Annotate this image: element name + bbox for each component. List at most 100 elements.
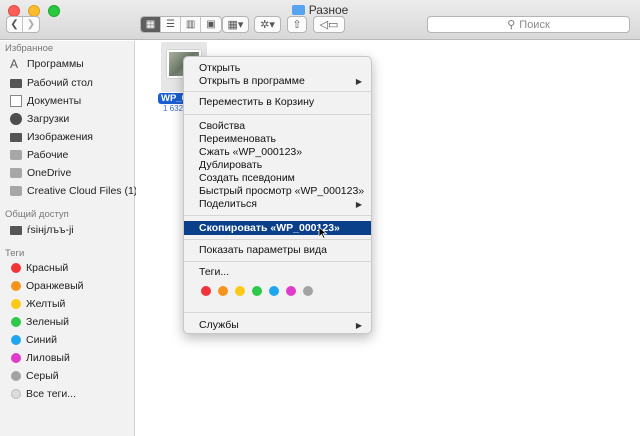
folder-icon [10,168,22,178]
action-button[interactable]: ✲▾ [254,16,281,33]
tags-header: Теги [5,248,25,259]
sidebar-item-pictures[interactable]: Изображения [10,129,93,145]
tag-dot-icon [11,317,21,327]
menu-tag-yellow[interactable] [235,286,245,296]
forward-button[interactable]: ❯ [23,17,39,32]
menu-item-rename[interactable]: Переименовать [184,133,371,146]
back-button[interactable]: ❮ [7,17,23,32]
tag-dot-icon [11,281,21,291]
menu-tag-red[interactable] [201,286,211,296]
sidebar-item-label: Серый [26,370,59,382]
list-view-button[interactable]: ☰ [161,17,182,32]
menu-item-move-to-trash[interactable]: Переместить в Корзину [184,96,371,109]
sidebar-tag-red[interactable]: Красный [10,260,68,276]
camera-icon [10,132,22,142]
folder-icon [291,5,305,15]
sidebar-item-apps[interactable]: A Программы [10,56,84,72]
share-button[interactable]: ⇧ [287,16,307,33]
menu-item-compress[interactable]: Сжать «WP_000123» [184,146,371,159]
file-name-label[interactable]: WP_000 [158,93,186,104]
sidebar-all-tags[interactable]: Все теги... [10,386,76,402]
chevron-left-icon: ❮ [10,19,19,30]
sidebar-item-label: Рабочий стол [27,77,93,89]
menu-item-open-with[interactable]: Открыть в программе ▶ [184,75,371,88]
window-title: Разное [0,3,640,17]
menu-item-copy[interactable]: Скопировать «WP_000123» [184,221,371,235]
gallery-icon: ▣ [206,19,216,30]
all-tags-icon [11,389,21,399]
menu-item-label: Быстрый просмотр «WP_000123» [199,185,365,197]
menu-separator [184,215,371,216]
sidebar-item-label: Синий [26,334,57,346]
sidebar-item-downloads[interactable]: Загрузки [10,111,69,127]
menu-tag-green[interactable] [252,286,262,296]
submenu-arrow-icon: ▶ [355,321,362,330]
menu-tag-gray[interactable] [303,286,313,296]
menu-separator [184,91,371,92]
arrange-icon: ▦▾ [227,19,244,31]
search-icon: ⚲ [507,19,516,31]
sidebar-tag-gray[interactable]: Серый [10,368,59,384]
grid-icon: ▦ [145,19,156,30]
share-icon: ⇧ [292,19,302,31]
sidebar-item-label: OneDrive [27,167,72,179]
menu-item-show-view-options[interactable]: Показать параметры вида [184,244,371,257]
column-view-button[interactable]: ▥ [181,17,202,32]
sidebar-item-label: Загрузки [27,113,70,125]
sidebar-item-label: Зеленый [26,316,70,328]
menu-item-label: Открыть в программе [199,75,305,87]
apps-icon: A [10,57,19,71]
sidebar-item-work[interactable]: Рабочие [10,147,68,163]
edit-tags-button[interactable]: ◁▭ [313,16,345,33]
sidebar-item-label: Все теги... [26,388,76,400]
menu-item-label: Переименовать [199,133,276,145]
menu-separator [184,239,371,240]
menu-item-label: Переместить в Корзину [199,96,315,108]
sidebar-item-onedrive[interactable]: OneDrive [10,165,71,181]
downloads-icon [10,113,22,125]
sidebar-item-shared-computer[interactable]: ŕsiнјлъъ-јi [10,222,74,238]
sidebar-item-label: Желтый [26,298,66,310]
menu-item-label: Свойства [199,120,246,132]
menu-item-quick-look[interactable]: Быстрый просмотр «WP_000123» [184,185,371,198]
menu-item-make-alias[interactable]: Создать псевдоним [184,172,371,185]
submenu-arrow-icon: ▶ [355,77,362,86]
desktop-icon [10,78,22,88]
tag-dot-icon [11,335,21,345]
shared-header: Общий доступ [5,209,69,220]
sidebar-tag-yellow[interactable]: Желтый [10,296,65,312]
context-menu: Открыть Открыть в программе ▶ Переместить… [183,56,372,334]
menu-separator [184,261,371,262]
menu-item-share[interactable]: Поделиться ▶ [184,198,371,211]
menu-separator [184,114,371,115]
arrange-button[interactable]: ▦▾ [222,16,249,33]
menu-tag-blue[interactable] [269,286,279,296]
menu-item-label: Создать псевдоним [199,172,295,184]
menu-item-services[interactable]: Службы ▶ [184,319,371,332]
search-field[interactable]: ⚲ Поиск [427,16,630,33]
sidebar-tag-blue[interactable]: Синий [10,332,57,348]
menu-item-duplicate[interactable]: Дублировать [184,159,371,172]
sidebar-item-documents[interactable]: Документы [10,93,81,109]
sidebar-item-creative-cloud[interactable]: Creative Cloud Files (1) [10,183,137,199]
menu-item-label: Сжать «WP_000123» [199,146,303,158]
menu-item-tags[interactable]: Теги... [184,266,371,279]
favorites-header: Избранное [5,43,54,54]
sidebar-tag-green[interactable]: Зеленый [10,314,69,330]
gallery-view-button[interactable]: ▣ [201,17,221,32]
menu-item-get-info[interactable]: Свойства [184,120,371,133]
sidebar-tag-orange[interactable]: Оранжевый [10,278,84,294]
search-placeholder: Поиск [519,18,550,31]
menu-item-open[interactable]: Открыть [184,62,371,75]
sidebar-item-label: Изображения [27,131,93,143]
sidebar-item-label: Красный [26,262,69,274]
menu-tag-orange[interactable] [218,286,228,296]
menu-tag-purple[interactable] [286,286,296,296]
sidebar-tag-purple[interactable]: Лиловый [10,350,70,366]
sidebar-item-desktop[interactable]: Рабочий стол [10,75,93,91]
menu-item-label: Теги... [199,266,230,278]
tag-dot-icon [11,371,21,381]
documents-icon [10,95,22,107]
folder-icon [10,150,22,160]
icon-view-button[interactable]: ▦ [141,17,162,32]
